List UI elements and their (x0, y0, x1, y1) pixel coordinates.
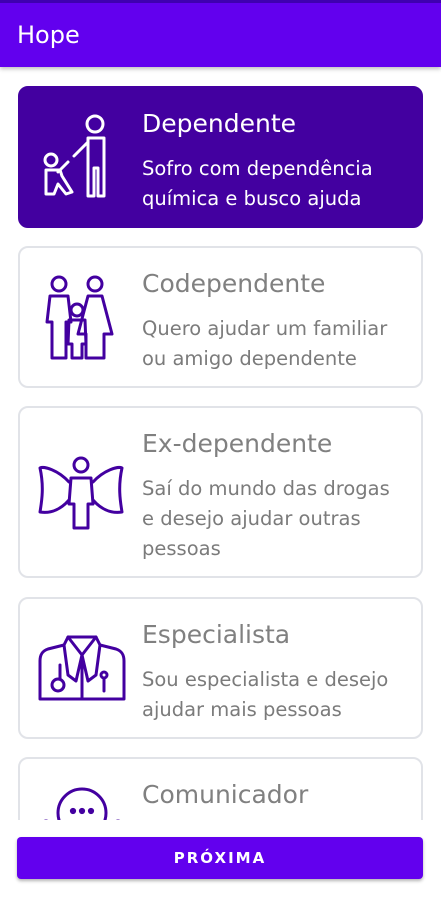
option-title: Dependente (142, 109, 297, 138)
person-helping-child-icon (38, 112, 124, 202)
option-card-especialista[interactable]: Especialista Sou especialista e desejo a… (18, 597, 423, 739)
app-title: Hope (17, 21, 80, 49)
option-card-codependente[interactable]: Codependente Quero ajudar um familiar ou… (18, 246, 423, 388)
family-icon (38, 274, 124, 362)
option-title: Comunicador (142, 780, 309, 809)
option-description: Sou especialista e desejo ajudar mais pe… (142, 668, 389, 721)
option-description: Saí do mundo das drogas e desejo ajudar … (142, 477, 390, 560)
angel-icon (38, 456, 124, 532)
footer: PRÓXIMA (0, 820, 441, 903)
option-description: Sofro com dependência química e busco aj… (142, 157, 373, 210)
option-card-dependente[interactable]: Dependente Sofro com dependência química… (18, 86, 423, 228)
app-bar: Hope (0, 0, 441, 67)
option-card-ex-dependente[interactable]: Ex-dependente Saí do mundo das drogas e … (18, 406, 423, 578)
option-title: Ex-dependente (142, 429, 333, 458)
option-description: Quero ajudar um familiar ou amigo depend… (142, 317, 388, 370)
doctor-coat-icon (38, 635, 126, 703)
next-button[interactable]: PRÓXIMA (17, 837, 423, 879)
option-card-comunicador[interactable]: Comunicador (18, 757, 423, 820)
option-title: Especialista (142, 620, 291, 649)
options-list[interactable]: Dependente Sofro com dependência química… (0, 67, 441, 820)
speaker-chat-icon (38, 785, 126, 820)
option-title: Codependente (142, 269, 326, 298)
